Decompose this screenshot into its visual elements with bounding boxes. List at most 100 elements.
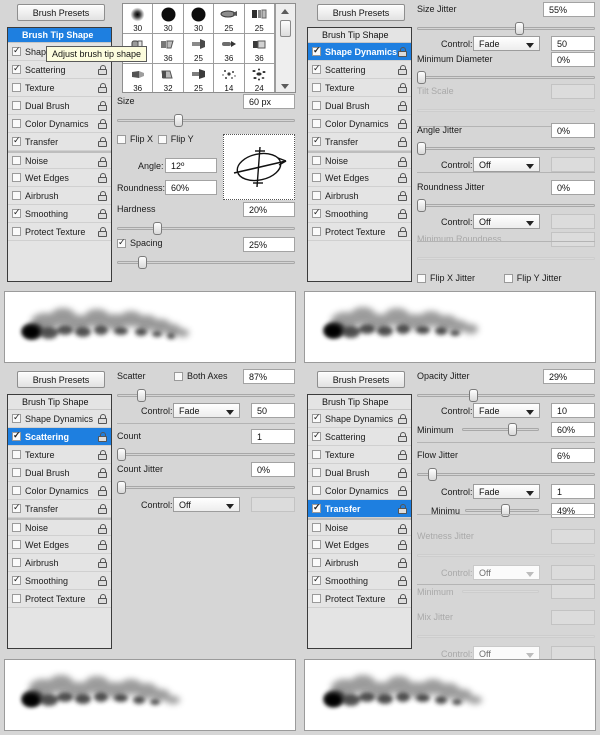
checkbox-dual-brush[interactable] <box>12 101 21 110</box>
lock-icon[interactable] <box>398 594 407 604</box>
brush-cell[interactable]: 30 <box>123 4 154 34</box>
flow-control-dropdown[interactable]: Fade <box>473 484 540 499</box>
brush-cell[interactable]: 32 <box>153 64 184 92</box>
option-protect-texture[interactable]: Protect Texture <box>308 590 411 608</box>
slider-knob[interactable] <box>417 199 426 212</box>
checkbox-color-dynamics[interactable] <box>12 486 21 495</box>
spacing-value[interactable]: 25% <box>243 237 295 252</box>
scroll-up-arrow-icon[interactable] <box>281 9 289 14</box>
lock-icon[interactable] <box>398 173 407 183</box>
slider-knob[interactable] <box>427 468 437 481</box>
size-control-steps[interactable]: 50 <box>551 36 595 51</box>
lock-icon[interactable] <box>98 101 107 111</box>
checkbox-texture[interactable] <box>312 450 321 459</box>
checkbox-protect-texture[interactable] <box>312 594 321 603</box>
brush-presets-button-br[interactable]: Brush Presets <box>317 371 405 388</box>
lock-icon[interactable] <box>98 65 107 75</box>
brush-options-list-bl[interactable]: Brush Tip Shape Shape Dynamics Scatterin… <box>7 394 112 649</box>
checkbox-transfer[interactable] <box>312 502 321 513</box>
flow-control-steps[interactable]: 1 <box>551 484 595 499</box>
checkbox-airbrush[interactable] <box>12 558 21 567</box>
lock-icon[interactable] <box>398 191 407 201</box>
flow-jitter-slider[interactable] <box>417 468 595 481</box>
scroll-down-arrow-icon[interactable] <box>281 84 289 89</box>
option-color-dynamics[interactable]: Color Dynamics <box>8 115 111 133</box>
angle-jitter-slider[interactable] <box>417 142 595 155</box>
min-diameter-slider[interactable] <box>417 71 595 84</box>
checkbox-color-dynamics[interactable] <box>12 119 21 128</box>
flow-min-value[interactable]: 49% <box>551 503 595 518</box>
checkbox-both-axes[interactable] <box>174 371 183 381</box>
lock-icon[interactable] <box>98 83 107 93</box>
count-jitter-value[interactable]: 0% <box>251 462 295 477</box>
lock-icon[interactable] <box>98 137 107 147</box>
lock-icon[interactable] <box>398 414 407 424</box>
slider-knob[interactable] <box>136 389 146 402</box>
checkbox-transfer[interactable] <box>12 135 21 146</box>
brush-options-list-tr[interactable]: Brush Tip Shape Shape Dynamics Scatterin… <box>307 27 412 282</box>
lock-icon[interactable] <box>398 558 407 568</box>
checkbox-flip-x-jitter[interactable] <box>417 273 426 283</box>
checkbox-wet-edges[interactable] <box>12 540 21 549</box>
brush-preset-grid-tl[interactable]: 30 30 30 25 25 36 25 36 36 36 32 25 14 2… <box>122 3 296 93</box>
checkbox-smoothing[interactable] <box>12 574 21 585</box>
lock-icon[interactable] <box>98 540 107 550</box>
brush-presets-button-bl[interactable]: Brush Presets <box>17 371 105 388</box>
lock-icon[interactable] <box>398 486 407 496</box>
flip-y-checkbox-group[interactable]: Flip Y <box>157 134 194 144</box>
option-smoothing[interactable]: Smoothing <box>8 572 111 590</box>
angle-jitter-value[interactable]: 0% <box>551 123 595 138</box>
lock-icon[interactable] <box>98 594 107 604</box>
lock-icon[interactable] <box>398 137 407 147</box>
lock-icon[interactable] <box>398 576 407 586</box>
brush-cell[interactable]: 24 <box>245 64 275 92</box>
option-wet-edges[interactable]: Wet Edges <box>8 536 111 554</box>
flip-x-checkbox-group[interactable]: Flip X <box>117 134 153 144</box>
brush-cell[interactable]: 30 <box>153 4 184 34</box>
lock-icon[interactable] <box>98 558 107 568</box>
checkbox-spacing[interactable] <box>117 237 126 248</box>
option-scattering[interactable]: Scattering <box>8 428 111 446</box>
option-header-brush-tip-shape[interactable]: Brush Tip Shape <box>308 28 411 43</box>
angle-control-dropdown[interactable]: Off <box>473 157 540 172</box>
slider-knob[interactable] <box>417 71 426 84</box>
option-protect-texture[interactable]: Protect Texture <box>8 590 111 608</box>
brush-cell[interactable]: 36 <box>153 34 184 64</box>
checkbox-airbrush[interactable] <box>12 191 21 200</box>
both-axes-group[interactable]: Both Axes <box>174 371 228 381</box>
scatter-control-dropdown[interactable]: Fade <box>173 403 240 418</box>
checkbox-protect-texture[interactable] <box>12 227 21 236</box>
checkbox-scattering[interactable] <box>12 430 21 441</box>
brush-grid-scrollbar[interactable] <box>275 4 295 92</box>
spacing-checkbox-group[interactable]: Spacing <box>117 237 163 248</box>
lock-icon[interactable] <box>398 227 407 237</box>
checkbox-wet-edges[interactable] <box>312 540 321 549</box>
checkbox-flip-y[interactable] <box>157 134 167 144</box>
option-smoothing[interactable]: Smoothing <box>308 572 411 590</box>
lock-icon[interactable] <box>398 209 407 219</box>
checkbox-airbrush[interactable] <box>312 191 321 200</box>
option-wet-edges[interactable]: Wet Edges <box>308 169 411 187</box>
size-slider[interactable] <box>117 114 295 127</box>
lock-icon[interactable] <box>98 432 107 442</box>
min-diameter-value[interactable]: 0% <box>551 52 595 67</box>
count-slider[interactable] <box>117 448 295 461</box>
option-airbrush[interactable]: Airbrush <box>308 554 411 572</box>
flow-jitter-value[interactable]: 6% <box>551 448 595 463</box>
checkbox-protect-texture[interactable] <box>312 227 321 236</box>
roundness-jitter-value[interactable]: 0% <box>551 180 595 195</box>
checkbox-dual-brush[interactable] <box>12 468 21 477</box>
angle-value[interactable]: 12º <box>165 158 217 173</box>
lock-icon[interactable] <box>98 173 107 183</box>
lock-icon[interactable] <box>398 65 407 75</box>
lock-icon[interactable] <box>98 414 107 424</box>
option-color-dynamics[interactable]: Color Dynamics <box>8 482 111 500</box>
option-noise[interactable]: Noise <box>308 518 411 536</box>
lock-icon[interactable] <box>98 227 107 237</box>
brush-cell[interactable]: 25 <box>244 4 275 34</box>
checkbox-texture[interactable] <box>12 450 21 459</box>
roundness-value[interactable]: 60% <box>165 180 217 195</box>
scatter-slider[interactable] <box>117 389 295 402</box>
lock-icon[interactable] <box>98 450 107 460</box>
roundness-jitter-slider[interactable] <box>417 199 595 212</box>
